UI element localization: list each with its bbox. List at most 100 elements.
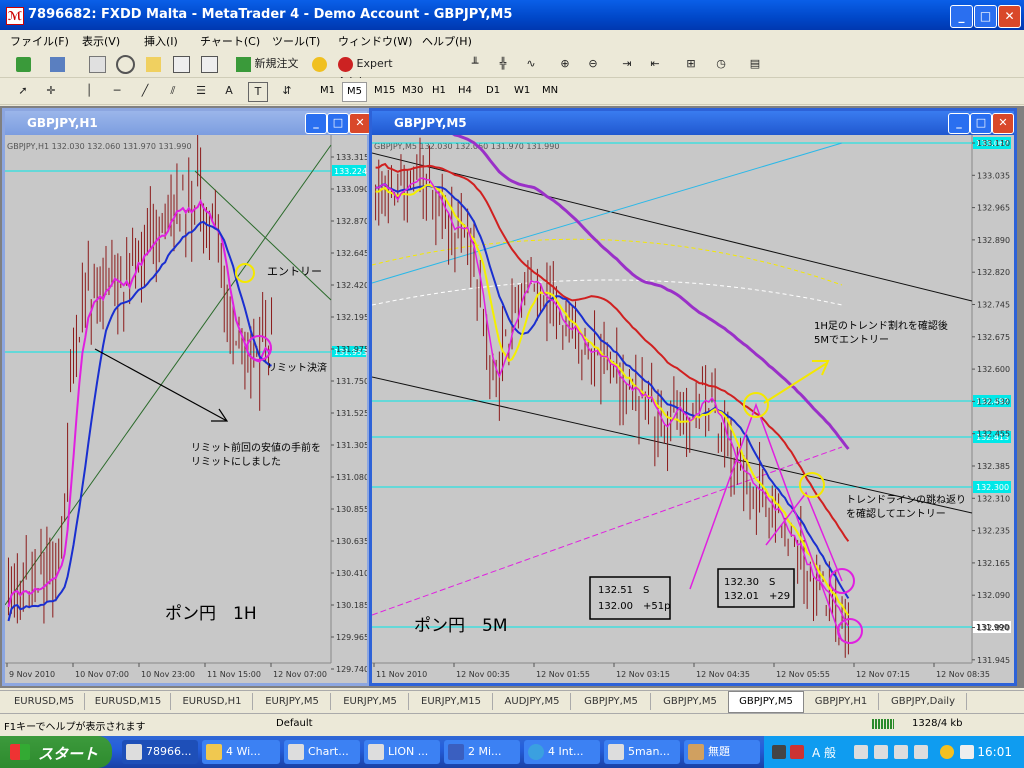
data-window-button[interactable] bbox=[116, 55, 135, 74]
menu-chart[interactable]: チャート(C) bbox=[200, 33, 260, 49]
timeframe-m30[interactable]: M30 bbox=[398, 82, 427, 100]
minimize-button[interactable]: _ bbox=[950, 5, 973, 28]
price-label: 131.945 bbox=[977, 656, 1010, 665]
vertical-line-icon[interactable]: │ bbox=[80, 82, 98, 100]
close-button[interactable]: ✕ bbox=[998, 5, 1021, 28]
chart-h1-close-button[interactable]: ✕ bbox=[349, 113, 371, 134]
tray-app-icon[interactable] bbox=[914, 745, 928, 759]
chart-tab-active[interactable]: GBPJPY,M5 bbox=[728, 691, 804, 713]
warning-icon[interactable] bbox=[310, 55, 328, 73]
taskbar-item[interactable]: LION ... bbox=[364, 740, 440, 764]
taskbar-item[interactable]: 4 Int... bbox=[524, 740, 600, 764]
profiles-button[interactable] bbox=[48, 55, 66, 73]
taskbar-item-label: 無題 bbox=[708, 745, 730, 758]
timeframe-m5[interactable]: M5 bbox=[342, 82, 367, 102]
label-tool-icon[interactable]: T bbox=[248, 82, 268, 102]
time-label: 10 Nov 23:00 bbox=[141, 670, 195, 679]
taskbar-item[interactable]: 5man... bbox=[604, 740, 680, 764]
chart-tab[interactable]: GBPJPY,M5 bbox=[652, 693, 729, 710]
chart-tab[interactable]: GBPJPY,M5 bbox=[572, 693, 651, 710]
timeframe-mn[interactable]: MN bbox=[538, 82, 562, 100]
chart-window-m5[interactable]: GBPJPY,M5 _ □ ✕ GBPJPY,M5 132.030 132.06… bbox=[369, 108, 1017, 686]
tray-app-icon[interactable] bbox=[854, 745, 868, 759]
templates-button[interactable]: ▤ bbox=[746, 55, 764, 73]
chart-tab[interactable]: EURJPY,M5 bbox=[254, 693, 331, 710]
price-label: 132.195 bbox=[336, 313, 367, 322]
start-button[interactable]: スタート bbox=[0, 736, 112, 768]
tray-app-icon[interactable] bbox=[894, 745, 908, 759]
keyboard-icon[interactable] bbox=[772, 745, 786, 759]
security-icon[interactable] bbox=[940, 745, 954, 759]
chart-tab[interactable]: EURJPY,M5 bbox=[332, 693, 409, 710]
fibonacci-icon[interactable]: ☰ bbox=[192, 82, 210, 100]
new-order-button[interactable]: 新規注文 bbox=[236, 55, 302, 73]
arrows-icon[interactable]: ⇵ bbox=[278, 82, 296, 100]
price-label: 130.855 bbox=[336, 505, 367, 514]
note2-line-1: トレンドラインの跳ね返り bbox=[846, 493, 966, 506]
autoscroll-button[interactable]: ⇥ bbox=[618, 55, 636, 73]
menu-view[interactable]: 表示(V) bbox=[82, 33, 120, 49]
menu-file[interactable]: ファイル(F) bbox=[10, 33, 69, 49]
chart-tab[interactable]: EURUSD,M5 bbox=[4, 693, 85, 710]
new-chart-button[interactable] bbox=[14, 55, 32, 73]
chart-tab[interactable]: EURUSD,M15 bbox=[86, 693, 171, 710]
line-chart-button[interactable]: ∿ bbox=[522, 55, 540, 73]
strategy-tester-button[interactable] bbox=[200, 55, 218, 73]
timeframe-d1[interactable]: D1 bbox=[482, 82, 504, 100]
taskbar-item[interactable]: 78966... bbox=[122, 740, 198, 764]
cursor-icon[interactable]: ➚ bbox=[14, 82, 32, 100]
menu-help[interactable]: ヘルプ(H) bbox=[422, 33, 472, 49]
text-tool-icon[interactable]: A bbox=[220, 82, 238, 100]
chart-tab[interactable]: AUDJPY,M5 bbox=[494, 693, 571, 710]
terminal-button[interactable] bbox=[172, 55, 190, 73]
chart-window-h1[interactable]: GBPJPY,H1 _ □ ✕ GBPJPY,H1 132.030 132.06… bbox=[2, 108, 371, 686]
price-label: 132.385 bbox=[977, 462, 1010, 471]
timeframe-m15[interactable]: M15 bbox=[370, 82, 399, 100]
menu-tools[interactable]: ツール(T) bbox=[272, 33, 320, 49]
chart-tab[interactable]: EURJPY,M15 bbox=[410, 693, 493, 710]
chart-m5-close-button[interactable]: ✕ bbox=[992, 113, 1014, 134]
crosshair-icon[interactable]: ✛ bbox=[42, 82, 60, 100]
chart-m5-canvas[interactable]: GBPJPY,M5 132.030 132.060 131.970 131.99… bbox=[372, 135, 1014, 683]
chart-h1-maximize-button[interactable]: □ bbox=[327, 113, 349, 134]
timeframe-m1[interactable]: M1 bbox=[316, 82, 339, 100]
periods-clock-icon[interactable]: ◷ bbox=[712, 55, 730, 73]
expert-advisors-button[interactable]: Expert Advisors bbox=[338, 55, 438, 88]
chart-shift-button[interactable]: ⇤ bbox=[646, 55, 664, 73]
market-watch-button[interactable] bbox=[88, 55, 106, 73]
taskbar-item[interactable]: 2 Mi... bbox=[444, 740, 520, 764]
trendline-icon[interactable]: ╱ bbox=[136, 82, 154, 100]
ime-icon[interactable] bbox=[790, 745, 804, 759]
time-label: 12 Nov 00:35 bbox=[456, 670, 510, 679]
chart-m5-svg[interactable]: GBPJPY,M5 132.030 132.060 131.970 131.99… bbox=[372, 135, 1014, 683]
navigator-button[interactable] bbox=[144, 55, 162, 73]
bar-chart-button[interactable]: ╨ bbox=[466, 55, 484, 73]
chart-m5-minimize-button[interactable]: _ bbox=[948, 113, 970, 134]
timeframe-h1[interactable]: H1 bbox=[428, 82, 450, 100]
timeframe-h4[interactable]: H4 bbox=[454, 82, 476, 100]
zoom-in-icon[interactable]: ⊕ bbox=[556, 55, 574, 73]
ime-mode[interactable]: A 般 bbox=[812, 744, 836, 761]
volume-icon[interactable] bbox=[960, 745, 974, 759]
chart-tab[interactable]: EURUSD,H1 bbox=[172, 693, 253, 710]
price-axis: 133.315 133.090 132.870 132.645 132.420 132.1… bbox=[331, 153, 367, 674]
chart-tab[interactable]: GBPJPY,H1 bbox=[804, 693, 879, 710]
chart-tab[interactable]: GBPJPY,Daily bbox=[880, 693, 967, 710]
taskbar-item[interactable]: 4 Wi... bbox=[202, 740, 280, 764]
timeframe-w1[interactable]: W1 bbox=[510, 82, 534, 100]
chart-m5-maximize-button[interactable]: □ bbox=[970, 113, 992, 134]
chart-h1-canvas[interactable]: GBPJPY,H1 132.030 132.060 131.970 131.99… bbox=[5, 135, 367, 683]
candle-chart-button[interactable]: ╬ bbox=[494, 55, 512, 73]
maximize-button[interactable]: □ bbox=[974, 5, 997, 28]
chart-h1-minimize-button[interactable]: _ bbox=[305, 113, 327, 134]
menu-insert[interactable]: 挿入(I) bbox=[144, 33, 178, 49]
taskbar-item[interactable]: Chart... bbox=[284, 740, 360, 764]
indicators-button[interactable]: ⊞ bbox=[682, 55, 700, 73]
zoom-out-icon[interactable]: ⊖ bbox=[584, 55, 602, 73]
chart-h1-svg[interactable]: GBPJPY,H1 132.030 132.060 131.970 131.99… bbox=[5, 135, 367, 683]
taskbar-item[interactable]: 無題 bbox=[684, 740, 760, 764]
menu-window[interactable]: ウィンドウ(W) bbox=[338, 33, 412, 49]
tray-app-icon[interactable] bbox=[874, 745, 888, 759]
horizontal-line-icon[interactable]: ─ bbox=[108, 82, 126, 100]
channel-icon[interactable]: ⫽ bbox=[164, 82, 182, 100]
